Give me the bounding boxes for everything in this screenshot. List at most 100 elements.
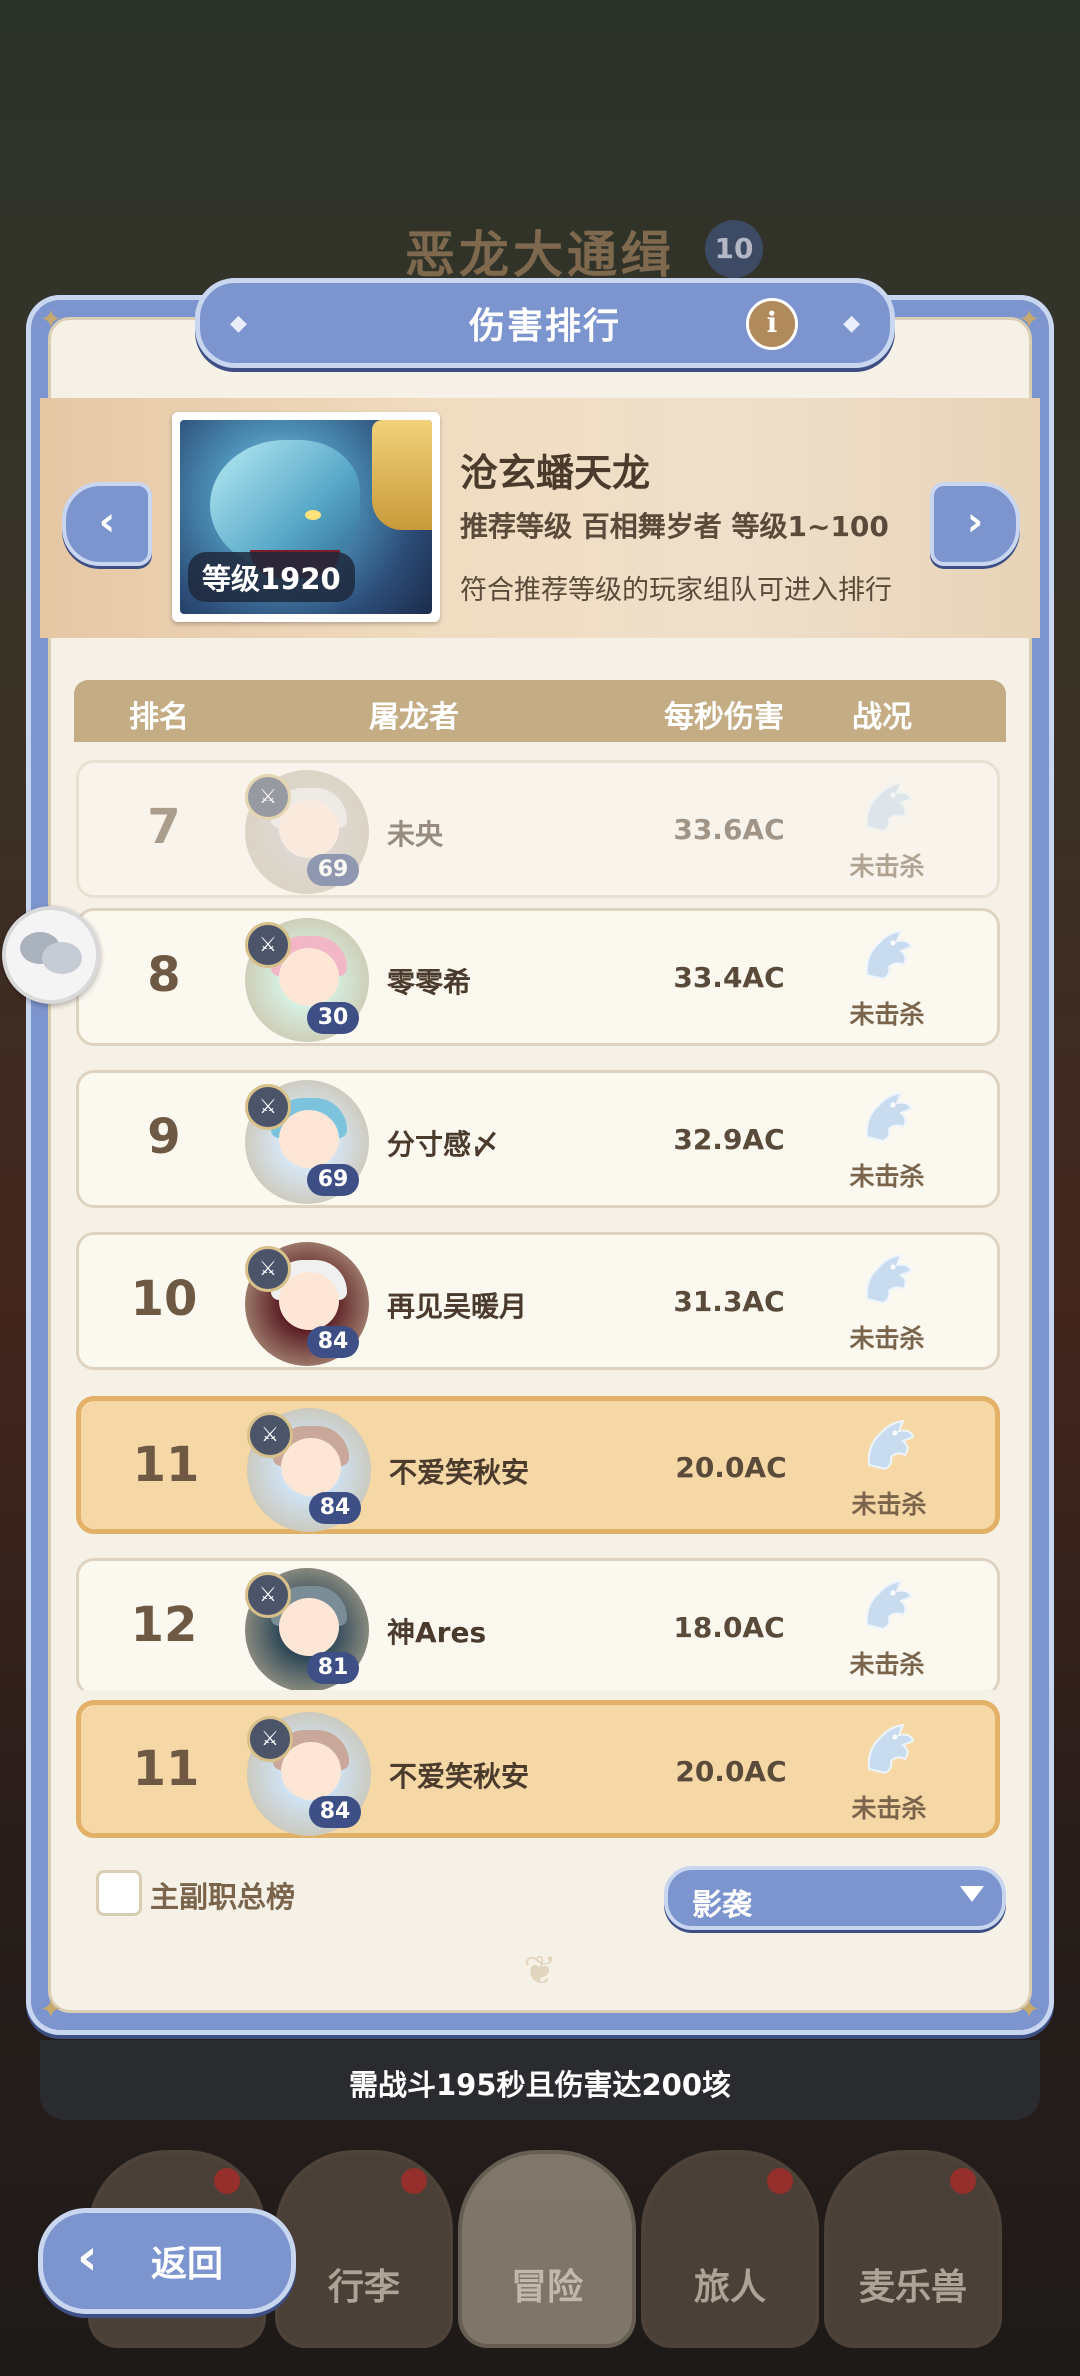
player-level: 84 <box>309 1492 361 1524</box>
dragon-icon <box>857 777 917 837</box>
boss-image: 等级1920 <box>180 420 432 614</box>
ranking-list[interactable]: 7 ⚔ 69 未央 33.6AC 未击杀 8 ⚔ 30 零零希 33.4AC 未击杀 9 ⚔ 69 分寸感〆 3… <box>74 760 1006 1690</box>
prev-boss-button[interactable]: ‹ <box>62 482 152 566</box>
ranking-row[interactable]: 11 ⚔ 84 不爱笑秋安 20.0AC 未击杀 <box>76 1396 1000 1534</box>
avatar-face <box>279 1598 339 1656</box>
damage-per-second: 32.9AC <box>673 1123 785 1156</box>
player-name: 不爱笑秋安 <box>389 1760 530 1793</box>
player-name: 再见吴暖月 <box>387 1290 528 1323</box>
player-level: 69 <box>307 1164 359 1196</box>
player-name: 零零希 <box>387 966 472 999</box>
ranking-row[interactable]: 12 ⚔ 81 神Ares 18.0AC 未击杀 <box>76 1558 1000 1690</box>
boss-recommendation: 推荐等级 百相舞岁者 等级1~100 <box>460 510 889 543</box>
battle-status: 未击杀 <box>849 1000 925 1029</box>
avatar-face <box>281 1742 341 1800</box>
player-name: 神Ares <box>387 1616 487 1649</box>
back-arrow-icon: ‹ <box>77 2228 98 2286</box>
avatar[interactable]: ⚔ 69 <box>241 1076 373 1204</box>
avatar[interactable]: ⚔ 69 <box>241 766 373 894</box>
rank-number: 7 <box>147 799 181 855</box>
dragon-icon <box>210 440 360 578</box>
checkbox-label: 主副职总榜 <box>150 1880 296 1914</box>
damage-per-second: 31.3AC <box>673 1285 785 1318</box>
boss-name: 沧玄蟠天龙 <box>460 451 651 495</box>
nav-label: 旅人 <box>693 2267 766 2308</box>
class-select[interactable]: 影袭 <box>664 1866 1006 1930</box>
nav-label: 麦乐兽 <box>858 2267 967 2308</box>
class-badge-icon: ⚔ <box>245 1084 291 1130</box>
notification-dot <box>767 2168 793 2194</box>
damage-per-second: 20.0AC <box>675 1755 787 1788</box>
gold-ornament <box>372 420 432 530</box>
player-level: 30 <box>307 1002 359 1034</box>
corner-ornament-icon: ✦ <box>1018 305 1040 335</box>
dragon-icon <box>857 1249 917 1309</box>
notification-dot <box>950 2168 976 2194</box>
ranking-row[interactable]: 8 ⚔ 30 零零希 33.4AC 未击杀 <box>76 908 1000 1046</box>
nav-luggage-button[interactable]: 行李 <box>275 2150 453 2348</box>
dragon-icon <box>857 1575 917 1635</box>
avatar[interactable]: ⚔ 84 <box>241 1238 373 1366</box>
back-button[interactable]: ‹ 返回 <box>38 2208 296 2314</box>
chevron-down-icon <box>960 1886 984 1902</box>
chat-bubble-icon <box>42 942 82 974</box>
nav-traveler-button[interactable]: 旅人 <box>641 2150 819 2348</box>
avatar[interactable]: ⚔ 84 <box>243 1404 375 1532</box>
damage-per-second: 33.4AC <box>673 961 785 994</box>
player-level: 69 <box>307 854 359 886</box>
rank-number: 11 <box>132 1437 200 1493</box>
damage-per-second: 20.0AC <box>675 1451 787 1484</box>
corner-ornament-icon: ✦ <box>1018 1995 1040 2025</box>
avatar[interactable]: ⚔ 30 <box>241 914 373 1042</box>
boss-portrait: 等级1920 <box>172 412 440 622</box>
player-name: 未央 <box>387 818 444 851</box>
avatar[interactable]: ⚔ 81 <box>241 1564 373 1690</box>
boss-level-tag: 等级1920 <box>188 552 355 602</box>
info-icon[interactable]: i <box>746 298 798 350</box>
battle-status: 未击杀 <box>849 1324 925 1353</box>
class-badge-icon: ⚔ <box>245 774 291 820</box>
back-label: 返回 <box>151 2244 224 2285</box>
header-dps: 每秒伤害 <box>664 700 784 735</box>
main-sub-total-checkbox[interactable] <box>96 1870 142 1916</box>
avatar-face <box>279 800 339 858</box>
avatar[interactable]: ⚔ 84 <box>243 1708 375 1836</box>
class-badge-icon: ⚔ <box>247 1412 293 1458</box>
ranking-row[interactable]: 10 ⚔ 84 再见吴暖月 31.3AC 未击杀 <box>76 1232 1000 1370</box>
damage-per-second: 18.0AC <box>673 1611 785 1644</box>
header-rank: 排名 <box>129 700 189 735</box>
chat-button[interactable] <box>2 906 100 1004</box>
ornament-icon: ❦ <box>523 1948 557 1994</box>
rank-number: 11 <box>132 1741 200 1797</box>
boss-note: 符合推荐等级的玩家组队可进入排行 <box>460 575 892 606</box>
requirement-text: 需战斗195秒且伤害达200垓 <box>348 2068 732 2102</box>
class-badge-icon: ⚔ <box>245 1246 291 1292</box>
dragon-icon <box>859 1415 919 1475</box>
rank-number: 12 <box>130 1597 198 1653</box>
ranking-row[interactable]: 9 ⚔ 69 分寸感〆 32.9AC 未击杀 <box>76 1070 1000 1208</box>
nav-label: 冒险 <box>510 2267 583 2308</box>
next-boss-button[interactable]: › <box>930 482 1020 566</box>
dragon-icon <box>859 1719 919 1779</box>
avatar-face <box>279 948 339 1006</box>
nav-label: 行李 <box>327 2267 400 2308</box>
player-level: 84 <box>309 1796 361 1828</box>
class-badge-icon: ⚔ <box>247 1716 293 1762</box>
ranking-row[interactable]: 7 ⚔ 69 未央 33.6AC 未击杀 <box>76 760 1000 898</box>
avatar-face <box>279 1272 339 1330</box>
corner-ornament-icon: ✦ <box>40 1995 62 2025</box>
avatar-face <box>279 1110 339 1168</box>
class-badge-icon: ⚔ <box>245 922 291 968</box>
nav-pet-button[interactable]: 麦乐兽 <box>824 2150 1002 2348</box>
avatar-face <box>281 1438 341 1496</box>
battle-status: 未击杀 <box>851 1794 927 1823</box>
rank-number: 10 <box>130 1271 198 1327</box>
nav-adventure-button[interactable]: 冒险 <box>458 2150 636 2348</box>
dragon-icon <box>857 925 917 985</box>
header-status: 战况 <box>852 700 912 735</box>
class-badge-icon: ⚔ <box>245 1572 291 1618</box>
player-name: 分寸感〆 <box>387 1128 500 1161</box>
self-ranking-row[interactable]: 11 ⚔ 84 不爱笑秋安 20.0AC 未击杀 <box>76 1700 1000 1838</box>
player-level: 81 <box>307 1652 359 1684</box>
corner-ornament-icon: ✦ <box>40 305 62 335</box>
